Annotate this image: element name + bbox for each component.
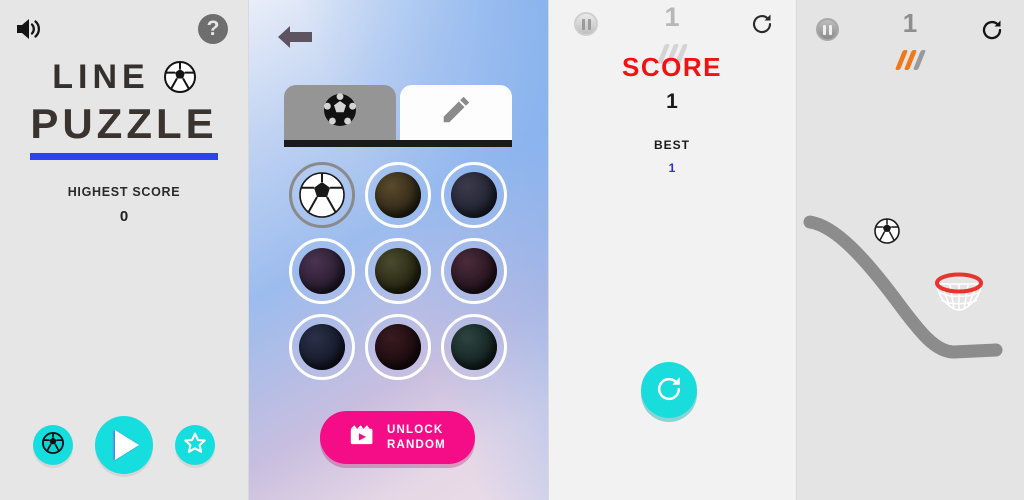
drawn-path <box>803 215 1003 359</box>
score-label: SCORE <box>622 52 722 82</box>
panel-divider-3 <box>796 0 797 500</box>
soccer-ball-icon <box>163 61 196 93</box>
basketball-hoop <box>930 272 988 318</box>
ball-option-1[interactable] <box>289 162 355 228</box>
ball-option-3[interactable] <box>441 162 507 228</box>
score-value: 1 <box>666 90 678 113</box>
ball-grid <box>284 162 512 380</box>
best-label: BEST <box>653 138 690 152</box>
ball-shop-screen: UNLOCK RANDOM <box>248 0 548 500</box>
score-screen: 1 SCORE 1 BEST 1 <box>548 0 796 500</box>
restart-icon[interactable] <box>750 12 774 36</box>
highest-score-value: 0 <box>119 208 129 225</box>
ball-option-7[interactable] <box>289 314 355 380</box>
soccer-ball-icon <box>323 93 357 132</box>
pencil-icon <box>439 93 473 132</box>
title-block: LINE PUZZLE HIGHEST SCORE 0 <box>0 60 248 225</box>
shop-button[interactable] <box>33 425 73 465</box>
unlock-line-2: RANDOM <box>387 438 446 451</box>
ball-option-4[interactable] <box>289 238 355 304</box>
soccer-ball-icon <box>874 218 900 244</box>
ball-option-6[interactable] <box>441 238 507 304</box>
best-value: 1 <box>668 161 676 175</box>
restart-icon <box>654 374 684 407</box>
locked-ball-icon <box>299 248 345 294</box>
shop-tabs <box>284 85 512 147</box>
tab-pencil[interactable] <box>400 85 512 140</box>
highest-score-label: HIGHEST SCORE <box>67 185 181 199</box>
tab-balls[interactable] <box>284 85 396 140</box>
ball-option-8[interactable] <box>365 314 431 380</box>
gameplay-screen: 1 <box>796 0 1024 500</box>
back-arrow-icon[interactable] <box>276 20 314 54</box>
video-ad-icon <box>349 424 376 451</box>
ball-option-9[interactable] <box>441 314 507 380</box>
title-bottom-buttons <box>0 416 248 474</box>
title-screen: ? LINE PUZZLE HIGHEST SCORE 0 <box>0 0 248 500</box>
play-field[interactable] <box>796 0 1024 500</box>
page-title-line: LINE <box>52 58 150 96</box>
screenshot-root: ? LINE PUZZLE HIGHEST SCORE 0 UNLOCK RAN… <box>0 0 1024 500</box>
panel-divider-2 <box>548 0 549 500</box>
tabs-underline-bar <box>284 140 512 147</box>
help-question-icon[interactable]: ? <box>198 14 228 44</box>
panel-divider-1 <box>248 0 249 500</box>
title-line-one: LINE <box>0 60 248 94</box>
page-title-puzzle: PUZZLE <box>30 100 218 147</box>
ball-option-2[interactable] <box>365 162 431 228</box>
title-underline <box>30 153 218 160</box>
locked-ball-icon <box>375 248 421 294</box>
locked-ball-icon <box>299 324 345 370</box>
restart-button[interactable] <box>641 362 697 418</box>
rate-button[interactable] <box>175 425 215 465</box>
soccer-ball-icon <box>42 431 64 459</box>
play-triangle-icon <box>115 430 139 460</box>
locked-ball-icon <box>375 324 421 370</box>
speaker-on-icon[interactable] <box>14 16 42 42</box>
score-hud: 1 <box>548 0 796 46</box>
locked-ball-icon <box>451 324 497 370</box>
soccer-ball-icon <box>299 172 345 218</box>
star-outline-icon <box>183 431 207 460</box>
play-button[interactable] <box>95 416 153 474</box>
unlock-random-button[interactable]: UNLOCK RANDOM <box>320 411 475 464</box>
locked-ball-icon <box>451 172 497 218</box>
unlock-line-1: UNLOCK <box>387 423 444 436</box>
locked-ball-icon <box>375 172 421 218</box>
unlock-random-label: UNLOCK RANDOM <box>387 423 446 453</box>
ball-option-5[interactable] <box>365 238 431 304</box>
locked-ball-icon <box>451 248 497 294</box>
